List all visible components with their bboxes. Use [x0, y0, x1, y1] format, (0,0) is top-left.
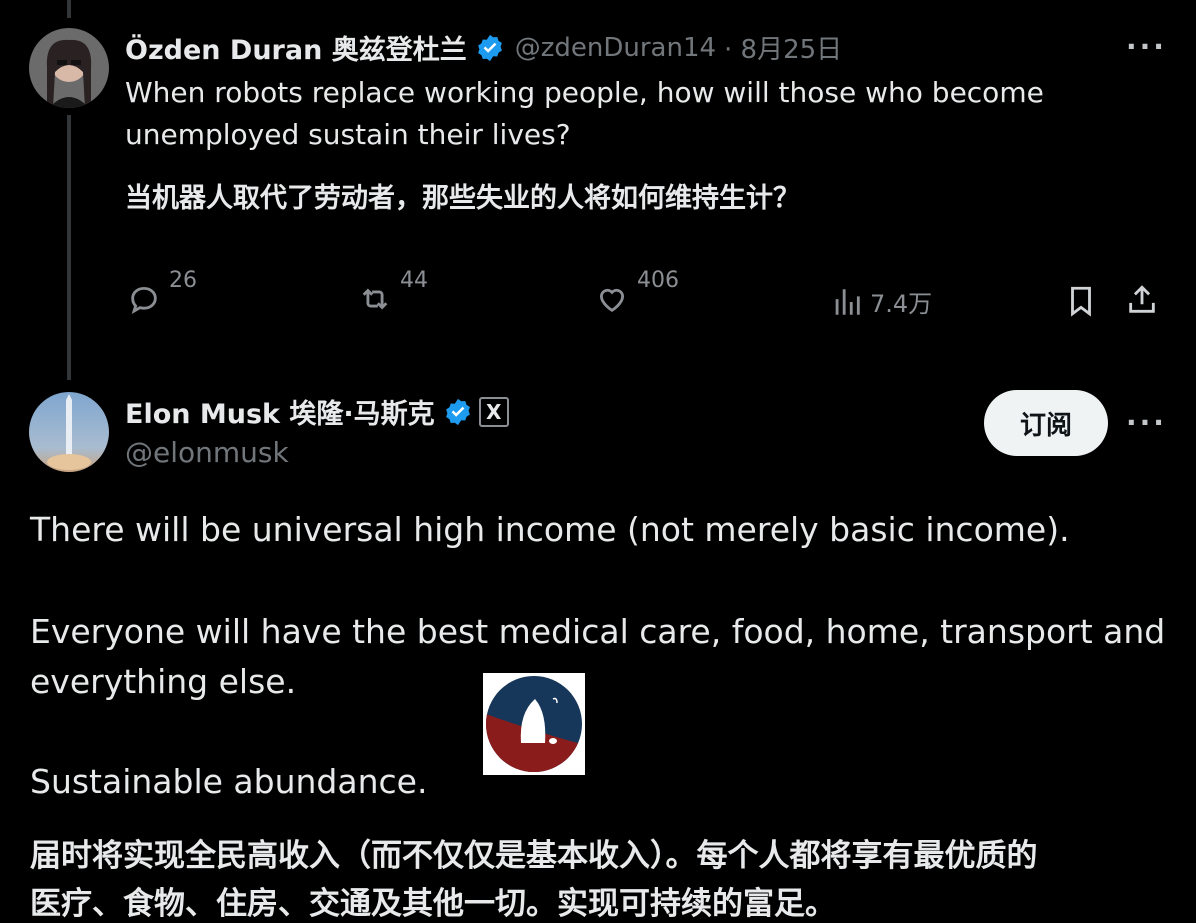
tweet2-line: everything else.	[30, 662, 297, 701]
tweet2-line-cn: 届时将实现全民高收入（而不仅仅是基本收入）。每个人都将享有最优质的	[30, 838, 1038, 874]
author-handle[interactable]: @elonmusk	[125, 436, 289, 469]
author-name[interactable]: Özden Duran 奥兹登杜兰	[125, 28, 467, 67]
repost-button[interactable]: 44	[358, 268, 428, 316]
bookmark-button[interactable]	[1064, 284, 1098, 318]
tweet1-text-cn: 当机器人取代了劳动者，那些失业的人将如何维持生计？	[125, 183, 800, 214]
author-name[interactable]: Elon Musk 埃隆·马斯克	[125, 392, 435, 431]
thread-line	[67, 115, 71, 380]
repost-count: 44	[400, 268, 428, 293]
more-icon[interactable]: ···	[1126, 406, 1167, 439]
views-icon	[835, 288, 860, 315]
repost-icon	[362, 288, 388, 310]
like-icon	[599, 288, 625, 312]
share-icon	[1129, 285, 1155, 313]
views-button[interactable]: 7.4万	[830, 284, 932, 319]
reply-button[interactable]: 26	[127, 268, 197, 316]
watermark-logo	[483, 673, 585, 775]
verified-icon	[443, 397, 473, 427]
avatar[interactable]	[29, 392, 109, 472]
reply-icon	[131, 286, 157, 315]
tweet2-line: There will be universal high income (not…	[30, 510, 1070, 549]
share-button[interactable]	[1125, 283, 1159, 317]
more-icon[interactable]: ···	[1126, 30, 1167, 63]
like-button[interactable]: 406	[595, 268, 679, 316]
tweet1-header: Özden Duran 奥兹登杜兰 @zdenDuran14 · 8月25日	[125, 28, 842, 67]
tweet-date[interactable]: · 8月25日	[724, 29, 842, 66]
thread-line	[67, 0, 71, 18]
tweet2-line: Everyone will have the best medical care…	[30, 612, 1166, 651]
bookmark-icon	[1071, 286, 1091, 317]
tweet1-text-en: When robots replace working people, how …	[125, 76, 1044, 151]
author-handle[interactable]: @zdenDuran14	[515, 33, 716, 63]
verified-icon	[475, 33, 505, 63]
tweet2-line-cn: 医疗、食物、住房、交通及其他一切。实现可持续的富足。	[30, 886, 836, 922]
tweet2-line: Sustainable abundance.	[30, 762, 428, 801]
like-count: 406	[637, 268, 679, 293]
avatar[interactable]	[29, 28, 109, 108]
views-count: 7.4万	[870, 290, 933, 318]
x-affiliate-badge[interactable]: X	[478, 396, 509, 427]
tweet2-header: Elon Musk 埃隆·马斯克 X	[125, 392, 509, 431]
reply-count: 26	[169, 268, 197, 293]
subscribe-button[interactable]: 订阅	[984, 390, 1108, 456]
